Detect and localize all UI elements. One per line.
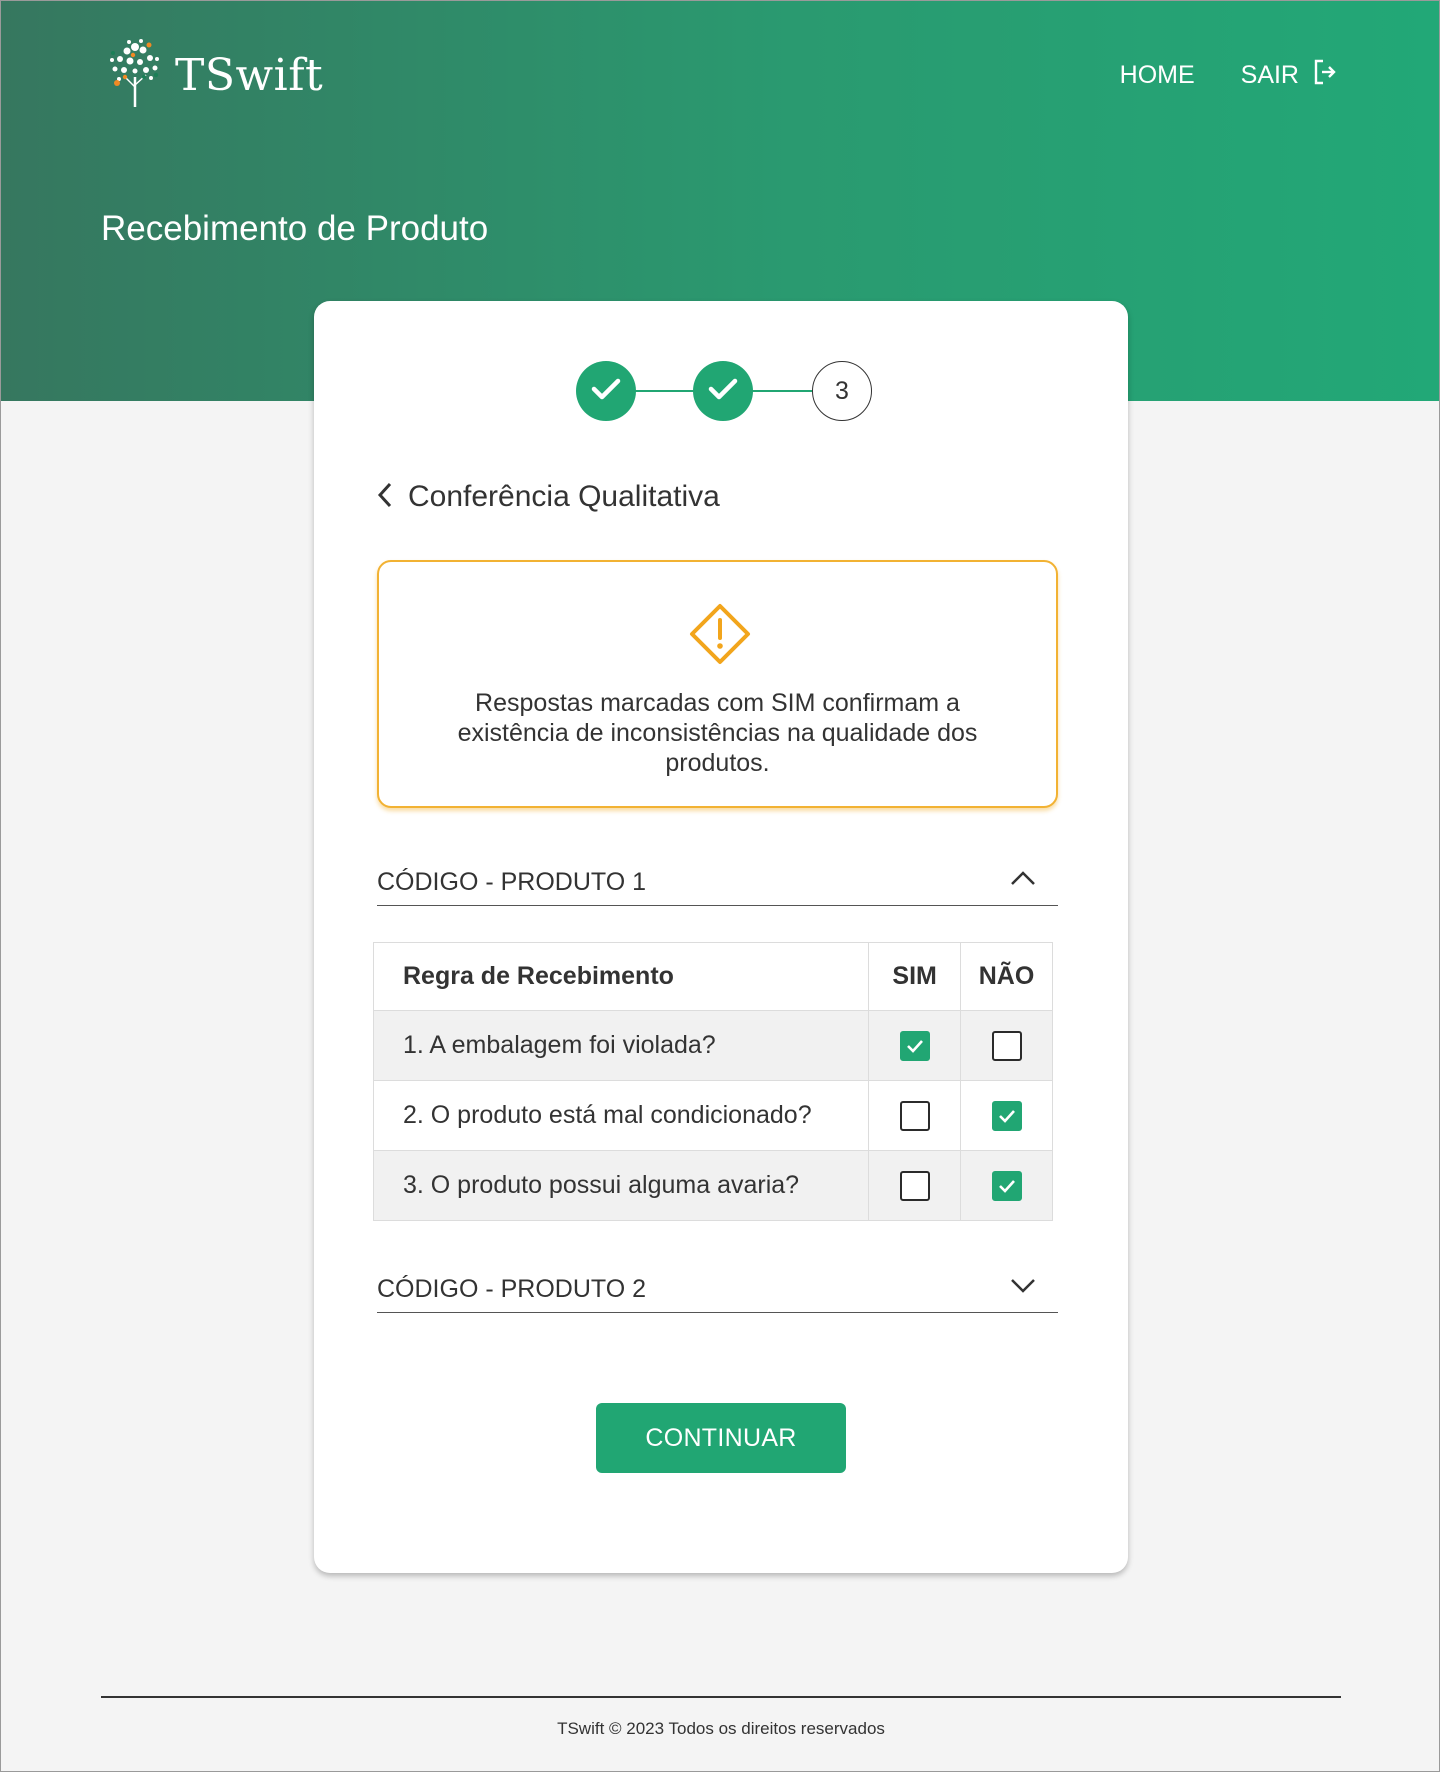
top-nav: HOME SAIR	[1120, 57, 1337, 93]
nav-home-link[interactable]: HOME	[1120, 61, 1195, 90]
logout-icon	[1313, 59, 1337, 92]
sim-checkbox[interactable]	[899, 1030, 930, 1061]
back-to-previous-step[interactable]: Conferência Qualitativa	[376, 477, 720, 517]
product-1-accordion[interactable]: CÓDIGO - PRODUTO 1	[377, 860, 1058, 906]
warning-diamond-icon	[688, 602, 752, 671]
table-row: 1. A embalagem foi violada?	[372, 1010, 1053, 1081]
table-header-row: Regra de Recebimento SIM NÃO	[372, 942, 1053, 1011]
sim-cell	[868, 1080, 962, 1151]
product-2-label: CÓDIGO - PRODUTO 2	[377, 1275, 647, 1303]
brand-logo[interactable]: TSwift	[105, 37, 323, 113]
table-row: 2. O produto está mal condicionado?	[372, 1080, 1053, 1151]
stepper: 3	[576, 361, 876, 423]
column-header-sim: SIM	[868, 942, 962, 1011]
rule-text: 3. O produto possui alguma avaria?	[372, 1150, 870, 1221]
rule-text: 2. O produto está mal condicionado?	[372, 1080, 870, 1151]
page: TSwift HOME SAIR Recebimento de Produto	[0, 0, 1440, 1772]
warning-alert: Respostas marcadas com SIM confirmam a e…	[377, 560, 1058, 808]
check-icon	[707, 376, 739, 407]
sim-cell	[868, 1150, 962, 1221]
sim-checkbox[interactable]	[899, 1170, 930, 1201]
nav-logout-link[interactable]: SAIR	[1241, 59, 1337, 92]
nao-cell	[960, 1150, 1053, 1221]
step-connector	[752, 390, 812, 392]
check-icon	[906, 1031, 924, 1060]
table-row: 3. O produto possui alguma avaria?	[372, 1150, 1053, 1221]
nao-checkbox[interactable]	[991, 1170, 1022, 1201]
footer-copyright: TSwift © 2023 Todos os direitos reservad…	[557, 1719, 885, 1738]
product-2-accordion[interactable]: CÓDIGO - PRODUTO 2	[377, 1267, 1058, 1313]
form-card: 3 Conferência Qualitativa Respostas marc…	[314, 301, 1128, 1573]
sim-cell	[868, 1010, 962, 1081]
rule-text: 1. A embalagem foi violada?	[372, 1010, 870, 1081]
check-icon	[998, 1101, 1016, 1130]
nao-checkbox[interactable]	[991, 1100, 1022, 1131]
continue-button[interactable]: CONTINUAR	[596, 1403, 846, 1473]
footer-divider	[101, 1696, 1341, 1698]
chevron-down-icon	[1010, 1277, 1036, 1298]
check-icon	[590, 376, 622, 407]
section-title: Conferência Qualitativa	[408, 480, 720, 513]
tree-logo-icon	[105, 37, 165, 114]
step-2-completed	[693, 361, 753, 421]
alert-message: Respostas marcadas com SIM confirmam a e…	[457, 689, 978, 777]
chevron-left-icon	[376, 481, 394, 514]
brand-name: TSwift	[175, 49, 324, 101]
nav-logout-label: SAIR	[1240, 60, 1299, 89]
column-header-nao: NÃO	[960, 942, 1053, 1011]
column-header-rule: Regra de Recebimento	[372, 942, 870, 1011]
step-3-current: 3	[812, 361, 872, 421]
product-1-label: CÓDIGO - PRODUTO 1	[377, 868, 647, 896]
page-title: Recebimento de Produto	[101, 209, 489, 248]
nao-cell	[960, 1080, 1053, 1151]
chevron-up-icon	[1010, 870, 1036, 891]
sim-checkbox[interactable]	[899, 1100, 930, 1131]
nao-checkbox[interactable]	[991, 1030, 1022, 1061]
step-connector	[634, 390, 694, 392]
check-icon	[998, 1171, 1016, 1200]
step-1-completed	[576, 361, 636, 421]
receiving-rules-table: Regra de Recebimento SIM NÃO 1. A embala…	[372, 942, 1053, 1221]
nao-cell	[960, 1010, 1053, 1081]
